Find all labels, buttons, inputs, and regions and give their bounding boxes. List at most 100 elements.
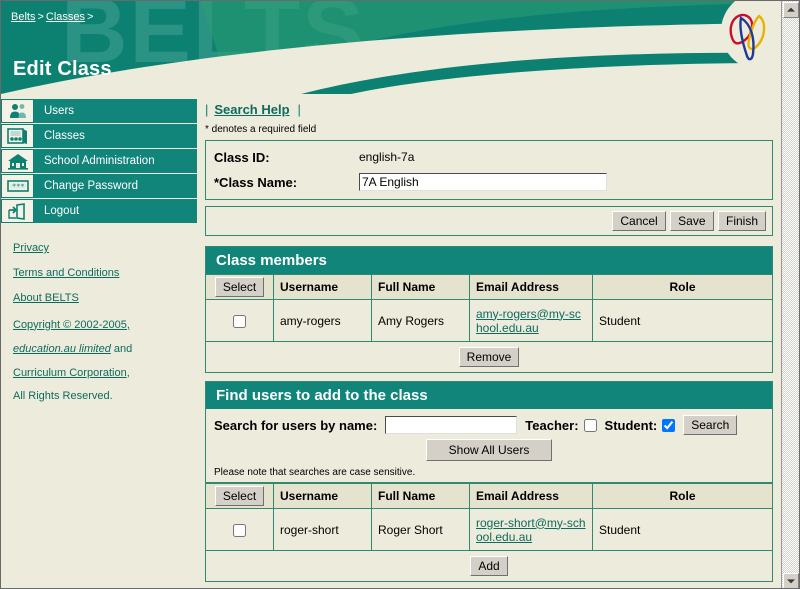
teacher-checkbox[interactable] — [583, 418, 597, 432]
search-help-link[interactable]: Search Help — [214, 102, 289, 117]
sidebar-item-change-password[interactable]: *** Change Password — [1, 174, 197, 198]
class-name-label: *Class Name: — [214, 174, 298, 190]
classes-icon — [1, 124, 34, 148]
breadcrumb-sep-1: > — [37, 11, 44, 23]
result-select-cell — [205, 508, 274, 551]
result-role: Student — [592, 508, 773, 551]
result-row-checkbox[interactable] — [233, 523, 246, 537]
result-full-name: Roger Short — [371, 508, 470, 551]
result-username: roger-short — [273, 508, 372, 551]
required-field-note: * denotes a required field — [205, 124, 317, 135]
logout-icon — [1, 199, 34, 223]
chevron-down-icon — [787, 579, 795, 584]
finish-button[interactable]: Finish — [717, 211, 766, 231]
breadcrumb-sep-2: > — [87, 11, 94, 23]
column-username: Username — [273, 274, 372, 300]
remove-button[interactable]: Remove — [458, 347, 520, 367]
case-sensitive-note: Please note that searches are case sensi… — [214, 467, 416, 478]
table-row: roger-short Roger Short roger-short@my-s… — [205, 508, 773, 551]
table-row: amy-rogers Amy Rogers amy-rogers@my-scho… — [205, 299, 773, 342]
student-label: Student: — [604, 417, 658, 433]
copyright-line-1[interactable]: Copyright © 2002-2005, — [13, 318, 130, 333]
member-username: amy-rogers — [273, 299, 372, 342]
add-button[interactable]: Add — [470, 556, 508, 576]
page-header: BELTS Belts > Classes > Edit Class — [1, 1, 783, 94]
find-users-header: Find users to add to the class — [205, 381, 773, 409]
sidebar-item-classes[interactable]: Classes — [1, 124, 197, 148]
users-icon — [1, 99, 34, 123]
cancel-button[interactable]: Cancel — [612, 211, 666, 231]
class-name-row: *Class Name: — [214, 171, 764, 193]
class-id-label: Class ID: — [214, 149, 270, 165]
copyright-line-3[interactable]: Curriculum Corporation — [13, 366, 127, 381]
vertical-scrollbar[interactable] — [781, 1, 799, 588]
column-select: Select — [205, 274, 274, 300]
copyright-line-2[interactable]: education.au limited — [13, 342, 111, 357]
school-icon — [1, 149, 34, 173]
member-email-link[interactable]: amy-rogers@my-school.edu.au — [476, 307, 581, 335]
sidebar-item-change-password-label: Change Password — [34, 174, 197, 198]
scrollbar-down-button[interactable] — [783, 573, 799, 588]
class-members-table: Select Username Full Name Email Address … — [205, 274, 773, 342]
column-email-address: Email Address — [469, 274, 593, 300]
table-header-row: Select Username Full Name Email Address … — [205, 483, 773, 509]
sidebar-item-school-administration-label: School Administration — [34, 149, 197, 173]
link-about-belts[interactable]: About BELTS — [13, 291, 79, 307]
breadcrumb-item-classes[interactable]: Classes — [46, 11, 85, 23]
link-terms-and-conditions[interactable]: Terms and Conditions — [13, 266, 119, 282]
svg-text:***: *** — [12, 182, 25, 190]
member-select-cell — [205, 299, 274, 342]
show-all-users-button[interactable]: Show All Users — [425, 439, 553, 461]
header-swoosh-graphic — [1, 1, 783, 94]
member-role: Student — [592, 299, 773, 342]
pipe-left: | — [205, 102, 209, 117]
class-details-panel: Class ID: english-7a *Class Name: — [205, 140, 773, 200]
class-id-value: english-7a — [359, 150, 415, 164]
copyright-line-3-tail: , — [126, 366, 130, 379]
belts-logo-icon — [729, 13, 766, 61]
sidebar-item-classes-label: Classes — [34, 124, 197, 148]
copyright-line-2-tail: and — [110, 342, 133, 355]
sidebar-item-logout[interactable]: Logout — [1, 199, 197, 223]
search-controls-row: Search for users by name: Teacher: Stude… — [214, 415, 764, 435]
column-role: Role — [592, 274, 773, 300]
find-users-results-table: Select Username Full Name Email Address … — [205, 483, 773, 551]
select-all-results-button[interactable]: Select — [214, 486, 265, 506]
scrollbar-up-button[interactable] — [783, 2, 799, 18]
student-checkbox[interactable] — [662, 418, 676, 432]
page-body: Users Classes School Administration *** … — [1, 94, 783, 588]
sidebar-item-users[interactable]: Users — [1, 99, 197, 123]
search-help-bar: | Search Help | — [205, 102, 773, 117]
find-users-footer: Add — [205, 551, 773, 582]
sidebar-links: Privacy Terms and Conditions About BELTS… — [1, 241, 197, 404]
column-username: Username — [273, 483, 372, 509]
sidebar-item-school-administration[interactable]: School Administration — [1, 149, 197, 173]
breadcrumb: Belts > Classes > — [11, 11, 95, 23]
column-full-name: Full Name — [371, 483, 470, 509]
select-all-members-button[interactable]: Select — [214, 277, 265, 297]
member-full-name: Amy Rogers — [371, 299, 470, 342]
result-email-link[interactable]: roger-short@my-school.edu.au — [476, 516, 586, 544]
member-email-cell: amy-rogers@my-school.edu.au — [469, 299, 593, 342]
member-row-checkbox[interactable] — [233, 314, 246, 328]
column-full-name: Full Name — [371, 274, 470, 300]
save-button[interactable]: Save — [670, 211, 714, 231]
copyright-line-4: All Rights Reserved. — [13, 390, 113, 403]
belts-logo — [723, 4, 771, 66]
link-privacy[interactable]: Privacy — [13, 241, 49, 257]
find-users-search-panel: Search for users by name: Teacher: Stude… — [205, 409, 773, 483]
sidebar-item-logout-label: Logout — [34, 199, 197, 223]
sidebar: Users Classes School Administration *** … — [1, 94, 197, 588]
column-select: Select — [205, 483, 274, 509]
password-icon: *** — [1, 174, 34, 198]
class-name-input[interactable] — [359, 173, 607, 191]
sidebar-item-users-label: Users — [34, 99, 197, 123]
breadcrumb-item-belts[interactable]: Belts — [11, 11, 35, 23]
class-id-row: Class ID: english-7a — [214, 146, 764, 168]
search-users-input[interactable] — [385, 416, 518, 434]
search-by-name-label: Search for users by name: — [214, 417, 378, 433]
main-content: | Search Help | * denotes a required field… — [197, 94, 783, 588]
teacher-label: Teacher: — [525, 417, 579, 433]
table-header-row: Select Username Full Name Email Address … — [205, 274, 773, 300]
search-button[interactable]: Search — [683, 415, 738, 435]
